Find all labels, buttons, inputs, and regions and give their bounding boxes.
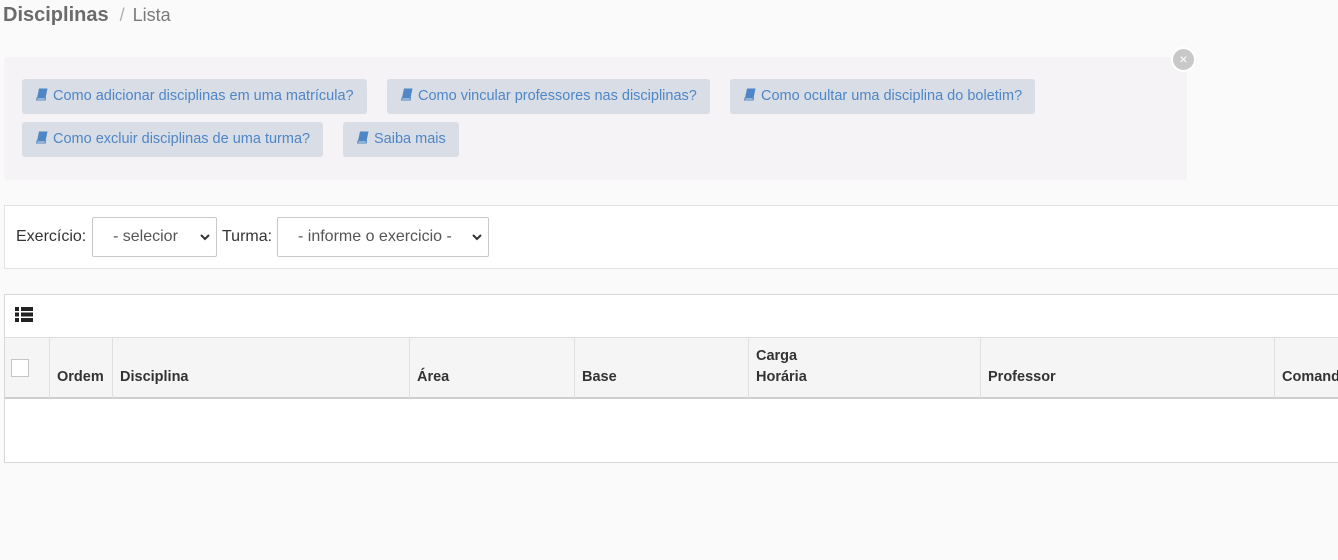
select-all-checkbox[interactable]: [11, 359, 29, 377]
turma-select-value: - informe o exercicio -: [298, 228, 452, 245]
book-icon: [36, 131, 48, 144]
help-button-label: Como excluir disciplinas de uma turma?: [53, 131, 311, 147]
book-icon: [36, 88, 48, 101]
help-button-vincular[interactable]: Como vincular professores nas disciplina…: [387, 79, 710, 114]
column-label: Base: [582, 369, 617, 385]
page-title: Disciplinas: [3, 4, 109, 26]
book-icon: [744, 88, 756, 101]
close-help-button[interactable]: ×: [1171, 47, 1196, 72]
column-carga-horaria[interactable]: Carga Horária: [749, 338, 981, 398]
exercicio-select[interactable]: - selecior: [92, 217, 217, 257]
exercicio-select-value: - selecior: [113, 228, 178, 245]
column-area[interactable]: Área: [410, 338, 575, 398]
chevron-down-icon: [472, 234, 482, 241]
column-disciplina[interactable]: Disciplina: [113, 338, 410, 398]
breadcrumb-current: Lista: [132, 5, 171, 25]
column-label-line2: Horária: [756, 369, 807, 385]
help-button-label: Saiba mais: [374, 131, 446, 147]
exercicio-label: Exercício:: [16, 228, 87, 245]
column-comandos[interactable]: Comandos: [1275, 338, 1338, 398]
help-button-label: Como ocultar uma disciplina do boletim?: [761, 88, 1023, 104]
chevron-down-icon: [200, 234, 210, 241]
column-label: Área: [417, 369, 450, 385]
help-button-adicionar[interactable]: Como adicionar disciplinas em uma matríc…: [22, 79, 367, 114]
column-professor[interactable]: Professor: [981, 338, 1275, 398]
column-base[interactable]: Base: [575, 338, 749, 398]
help-button-label: Como adicionar disciplinas em uma matríc…: [53, 88, 354, 104]
column-label: Disciplina: [120, 369, 189, 385]
help-button-saiba-mais[interactable]: Saiba mais: [343, 122, 459, 157]
breadcrumb-separator: /: [119, 5, 125, 25]
help-button-label: Como vincular professores nas disciplina…: [418, 88, 697, 104]
help-button-ocultar[interactable]: Como ocultar uma disciplina do boletim?: [730, 79, 1036, 114]
column-label: Professor: [988, 369, 1056, 385]
book-icon: [357, 131, 369, 144]
help-button-excluir[interactable]: Como excluir disciplinas de uma turma?: [22, 122, 324, 157]
list-icon[interactable]: [15, 307, 33, 322]
filter-bar: Exercício: - selecior Turma: - informe o…: [4, 205, 1338, 269]
column-label: Carga: [756, 348, 798, 364]
help-panel: Como adicionar disciplinas em uma matríc…: [4, 57, 1187, 180]
close-icon: ×: [1179, 51, 1188, 67]
column-select-all: [5, 338, 50, 398]
disciplinas-grid: Ordem Disciplina Área Base Carga Horária …: [4, 294, 1338, 463]
turma-select[interactable]: - informe o exercicio -: [277, 217, 489, 257]
column-label: Comandos: [1282, 369, 1338, 385]
table-header: Ordem Disciplina Área Base Carga Horária …: [5, 337, 1338, 399]
table-body: [5, 399, 1338, 462]
column-ordem[interactable]: Ordem: [50, 338, 113, 398]
breadcrumb: Disciplinas / Lista: [3, 3, 171, 27]
book-icon: [401, 88, 413, 101]
column-label: Ordem: [57, 369, 104, 385]
turma-label: Turma:: [222, 228, 273, 245]
